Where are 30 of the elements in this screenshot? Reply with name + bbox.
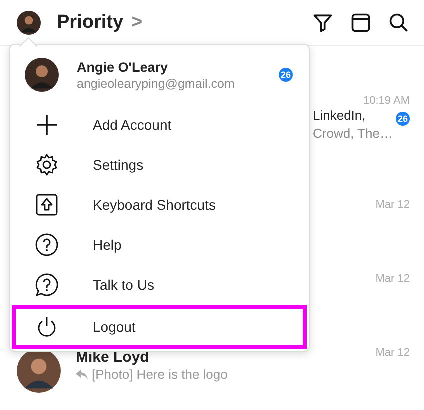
chat-question-icon xyxy=(35,273,59,297)
plus-icon xyxy=(35,113,59,137)
menu-item[interactable]: Talk to Us xyxy=(12,265,307,305)
menu-item[interactable]: Keyboard Shortcuts xyxy=(12,185,307,225)
thread-preview: [Photo] Here is the logo xyxy=(92,367,228,382)
chevron[interactable]: > xyxy=(132,12,143,34)
search-icon[interactable] xyxy=(388,12,410,34)
avatar xyxy=(17,349,61,393)
help-icon xyxy=(35,233,59,257)
settings-icon xyxy=(35,153,59,177)
view-title[interactable]: Priority xyxy=(57,12,124,34)
window-icon[interactable] xyxy=(350,12,372,34)
avatar xyxy=(25,58,59,92)
thread-sender: LinkedIn, xyxy=(313,107,366,125)
thread-time: Mar 12 xyxy=(376,199,410,211)
unread-badge: 26 xyxy=(396,112,410,126)
thread-preview: Crowd, The… xyxy=(313,125,393,143)
up-arrow-key-icon xyxy=(35,193,59,217)
menu-item[interactable]: Logout xyxy=(12,305,307,349)
menu-item[interactable]: Add Account xyxy=(12,105,307,145)
thread-time: Mar 12 xyxy=(376,347,410,359)
account-name: Angie O'Leary xyxy=(77,60,169,74)
thread-time: 10:19 AM xyxy=(364,95,410,107)
menu-item[interactable]: Settings xyxy=(12,145,307,185)
sender-name: Mike Loyd xyxy=(76,349,150,366)
account-email: angieolearyping@gmail.com xyxy=(77,76,236,90)
thread-time: Mar 12 xyxy=(376,273,410,285)
avatar xyxy=(17,10,41,34)
unread-badge: 26 xyxy=(279,68,293,82)
menu-item[interactable]: Help xyxy=(12,225,307,265)
